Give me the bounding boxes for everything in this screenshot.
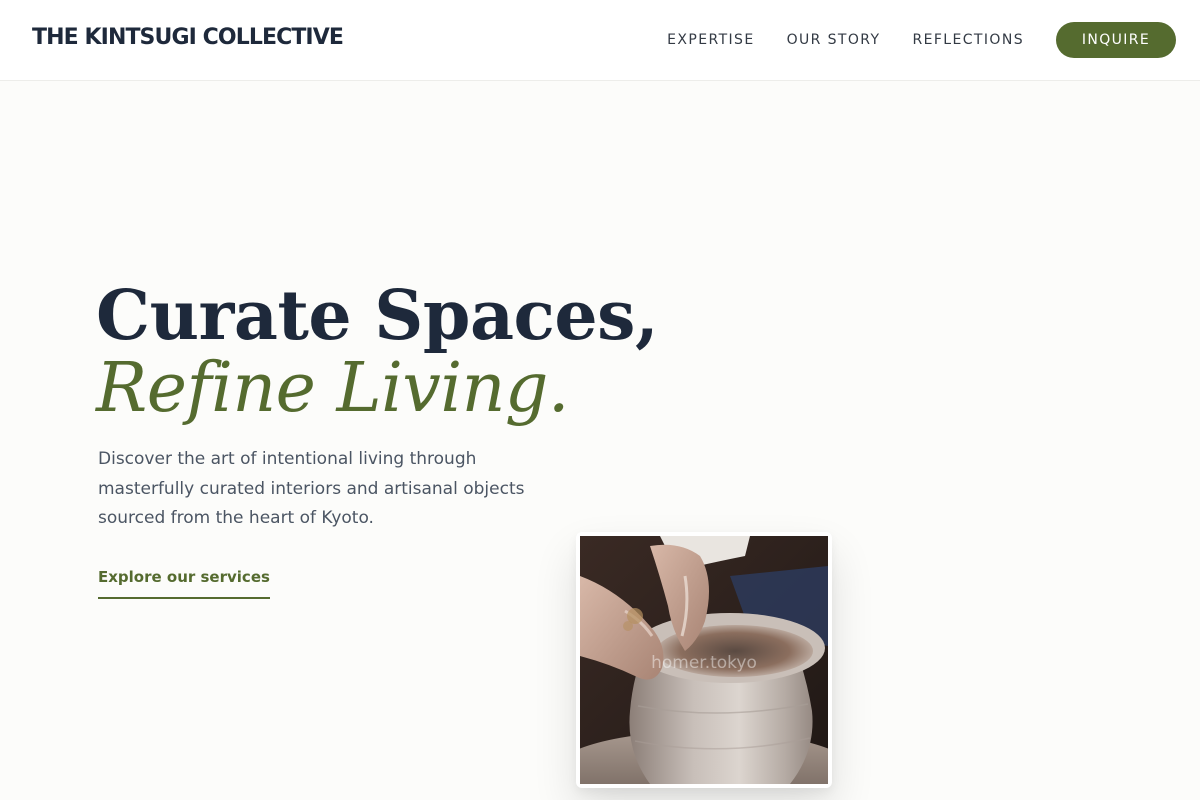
explore-services-link[interactable]: Explore our services: [98, 568, 270, 599]
nav-link-reflections[interactable]: REFLECTIONS: [912, 32, 1024, 48]
pottery-image-card: homer.tokyo: [576, 532, 832, 788]
hero-title-line2: Refine Living.: [96, 349, 570, 428]
hero-description: Discover the art of intentional living t…: [98, 449, 525, 528]
image-watermark: homer.tokyo: [651, 653, 757, 673]
pottery-wheel-photo: homer.tokyo: [580, 536, 828, 784]
nav-link-our-story[interactable]: OUR STORY: [787, 32, 881, 48]
main-nav: EXPERTISE OUR STORY REFLECTIONS INQUIRE: [667, 22, 1176, 58]
site-header: THE KINTSUGI COLLECTIVE EXPERTISE OUR ST…: [0, 0, 1200, 81]
inquire-button[interactable]: INQUIRE: [1056, 22, 1176, 58]
brand-logo[interactable]: THE KINTSUGI COLLECTIVE: [32, 25, 344, 50]
hero-section: Curate Spaces, Refine Living. Discover t…: [0, 81, 1200, 800]
nav-link-expertise[interactable]: EXPERTISE: [667, 32, 754, 48]
hero-title-line1: Curate Spaces,: [96, 276, 659, 356]
